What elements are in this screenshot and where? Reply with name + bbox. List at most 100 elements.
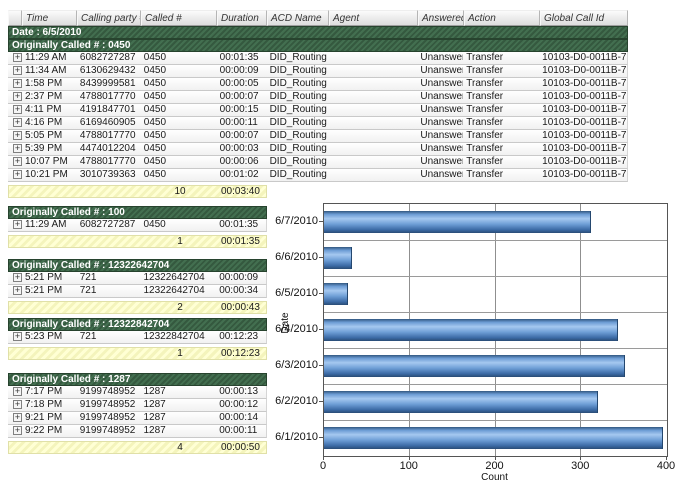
- summary-duration: 00:00:43: [218, 302, 268, 314]
- cell-time: 5:21 PM: [22, 272, 77, 284]
- expand-icon[interactable]: +: [13, 118, 22, 127]
- cell-calling: 4788017770: [77, 91, 141, 103]
- expand-icon[interactable]: +: [13, 53, 22, 62]
- expand-icon[interactable]: +: [13, 400, 22, 409]
- expand-icon[interactable]: +: [13, 144, 22, 153]
- chart-plot-area: [323, 203, 668, 457]
- expand-icon[interactable]: +: [13, 170, 22, 179]
- cell-time: 11:34 AM: [22, 65, 77, 77]
- col-header-global-call-id: Global Call Id: [540, 10, 628, 26]
- cell-called: 0450: [141, 104, 217, 116]
- expand-cell: +: [8, 425, 22, 437]
- cell-called: 0450: [141, 65, 217, 77]
- y-tick-label: 6/3/2010: [272, 359, 318, 371]
- expand-icon[interactable]: +: [13, 332, 22, 341]
- cell-duration: 00:00:09: [216, 272, 266, 284]
- cell-called: 0450: [141, 78, 217, 90]
- cell-duration: 00:00:12: [216, 399, 266, 411]
- expand-icon[interactable]: +: [13, 413, 22, 422]
- expand-icon[interactable]: +: [13, 105, 22, 114]
- bar-6-5-2010: [324, 283, 348, 305]
- summary-duration: 00:03:40: [218, 186, 268, 198]
- cell-duration: 00:01:35: [216, 219, 266, 231]
- cell-calling: 4788017770: [77, 156, 141, 168]
- cell-calling: 8439999581: [77, 78, 141, 90]
- cell-agent: [328, 104, 417, 116]
- cell-calling: 4788017770: [77, 130, 141, 142]
- cell-calling: 721: [77, 285, 141, 297]
- col-header-duration: Duration: [217, 10, 267, 26]
- cell-answered: Unanswered: [417, 78, 463, 90]
- cell-calling: 721: [77, 331, 141, 343]
- cell-called: 1287: [140, 386, 216, 398]
- cell-global-id: 10103-D0-0011B-76F: [539, 65, 627, 77]
- group-header: Originally Called # : 12322642704: [8, 259, 267, 272]
- y-tick-label: 6/1/2010: [272, 431, 318, 443]
- cell-calling: 6082727287: [77, 52, 141, 64]
- table-row: +7:18 PM9199748952128700:00:12: [8, 399, 267, 412]
- cell-duration: 00:00:07: [217, 130, 267, 142]
- x-tick-label: 300: [571, 460, 589, 472]
- group-summary: 400:00:50: [8, 441, 267, 454]
- cell-calling: 721: [77, 272, 141, 284]
- call-report-screen: TimeCalling party #Called #DurationACD N…: [0, 0, 676, 485]
- col-header-action: Action: [464, 10, 540, 26]
- cell-duration: 00:00:34: [216, 285, 266, 297]
- cell-action: Transfer: [463, 117, 539, 129]
- date-group-header: Date : 6/5/2010: [8, 26, 628, 39]
- cell-time: 4:16 PM: [22, 117, 77, 129]
- cell-calling: 6082727287: [77, 219, 141, 231]
- bar-6-2-2010: [324, 391, 598, 413]
- cell-duration: 00:00:05: [217, 78, 267, 90]
- expand-icon[interactable]: +: [13, 220, 22, 229]
- expand-cell: +: [8, 78, 22, 90]
- y-gridline: [324, 276, 667, 277]
- cell-duration: 00:00:14: [216, 412, 266, 424]
- cell-answered: Unanswered: [417, 65, 463, 77]
- y-tick-label: 6/4/2010: [272, 323, 318, 335]
- cell-time: 5:21 PM: [22, 285, 77, 297]
- x-tick-label: 400: [657, 460, 675, 472]
- table-row: +5:23 PM7211232284270400:12:23: [8, 331, 267, 344]
- cell-calling: 9199748952: [77, 386, 141, 398]
- table-row: +5:21 PM7211232264270400:00:09: [8, 272, 267, 285]
- cell-global-id: 10103-D0-0011B-77F: [539, 169, 627, 181]
- expand-icon[interactable]: +: [13, 387, 22, 396]
- y-axis-tick: [319, 437, 323, 438]
- table-row: +4:11 PM4191847701045000:00:15DID_Routin…: [8, 104, 628, 117]
- expand-icon[interactable]: +: [13, 286, 22, 295]
- expand-cell: +: [8, 399, 22, 411]
- y-axis-tick: [319, 365, 323, 366]
- cell-action: Transfer: [463, 65, 539, 77]
- expand-icon[interactable]: +: [13, 157, 22, 166]
- cell-answered: Unanswered: [417, 104, 463, 116]
- cell-action: Transfer: [463, 143, 539, 155]
- table-row: +5:05 PM4788017770045000:00:07DID_Routin…: [8, 130, 628, 143]
- cell-duration: 00:00:09: [217, 65, 267, 77]
- cell-duration: 00:01:35: [217, 52, 267, 64]
- bar-6-6-2010: [324, 247, 352, 269]
- cell-acd: DID_Routing: [267, 65, 329, 77]
- x-tick-label: 200: [485, 460, 503, 472]
- cell-time: 5:23 PM: [22, 331, 77, 343]
- cell-global-id: 10103-D0-0011B-773: [539, 117, 627, 129]
- expand-icon[interactable]: +: [13, 92, 22, 101]
- cell-global-id: 10103-D0-0011B-778: [539, 143, 627, 155]
- expand-icon[interactable]: +: [13, 273, 22, 282]
- expand-icon[interactable]: +: [13, 426, 22, 435]
- expand-icon[interactable]: +: [13, 79, 22, 88]
- expand-icon[interactable]: +: [13, 131, 22, 140]
- y-gridline: [324, 348, 667, 349]
- expand-icon[interactable]: +: [13, 66, 22, 75]
- expand-cell: +: [8, 219, 22, 231]
- x-axis-title: Count: [323, 472, 666, 483]
- cell-duration: 00:12:23: [216, 331, 266, 343]
- bar-6-7-2010: [324, 211, 591, 233]
- y-axis-tick: [319, 221, 323, 222]
- y-axis-title: Date: [280, 303, 292, 343]
- y-gridline: [324, 384, 667, 385]
- cell-duration: 00:00:13: [216, 386, 266, 398]
- expand-cell: +: [8, 52, 22, 64]
- cell-calling: 6130629432: [77, 65, 141, 77]
- group-summary: 1000:03:40: [8, 185, 267, 198]
